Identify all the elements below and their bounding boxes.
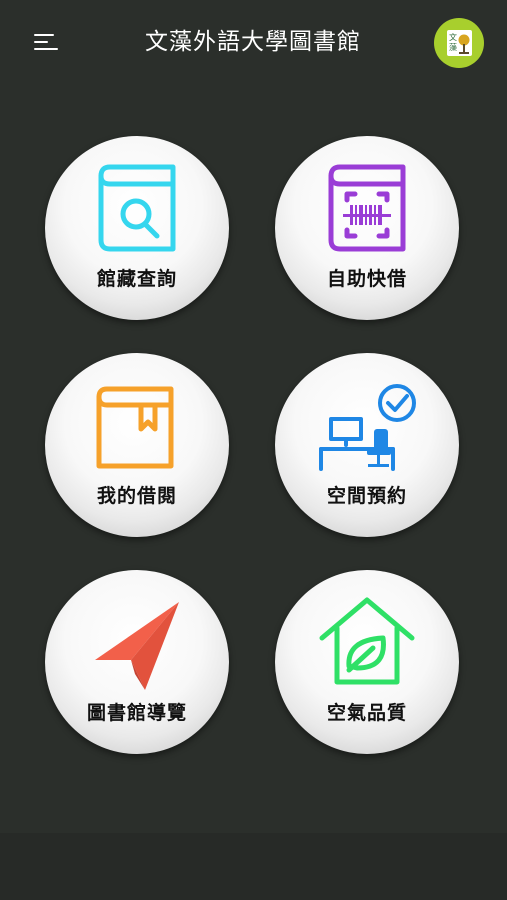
air-quality-button[interactable]: 空氣品質 xyxy=(275,570,459,754)
desk-check-icon xyxy=(319,384,416,471)
book-search-icon xyxy=(98,164,176,252)
tile-label: 自助快借 xyxy=(326,268,407,290)
tile-label: 空氣品質 xyxy=(326,702,407,724)
library-logo[interactable]: 文 藻 xyxy=(434,18,484,68)
app-screen: 文藻外語大學圖書館 文 藻 館藏查詢 自助快借 我的借閱 空間預約 圖書館導覽 … xyxy=(0,0,507,900)
tile-label: 我的借閱 xyxy=(96,485,177,507)
logo-tree-icon xyxy=(458,34,470,54)
logo-badge: 文 藻 xyxy=(447,30,472,56)
tile-label: 空間預約 xyxy=(326,485,407,507)
book-barcode-icon xyxy=(328,164,406,252)
space-reservation-button[interactable]: 空間預約 xyxy=(275,353,459,537)
library-tour-button[interactable]: 圖書館導覽 xyxy=(45,570,229,754)
top-bar: 文藻外語大學圖書館 文 藻 xyxy=(0,0,507,86)
tile-label: 館藏查詢 xyxy=(96,268,177,290)
tile-label: 圖書館導覽 xyxy=(86,702,187,724)
catalog-search-button[interactable]: 館藏查詢 xyxy=(45,136,229,320)
hamburger-menu-icon[interactable] xyxy=(30,30,66,56)
house-leaf-icon xyxy=(319,597,415,685)
bookmark-book-icon xyxy=(96,386,174,469)
paper-plane-icon xyxy=(95,602,179,690)
my-loans-button[interactable]: 我的借閱 xyxy=(45,353,229,537)
page-title: 文藻外語大學圖書館 xyxy=(145,29,361,55)
bottom-area xyxy=(0,833,507,900)
self-checkout-button[interactable]: 自助快借 xyxy=(275,136,459,320)
